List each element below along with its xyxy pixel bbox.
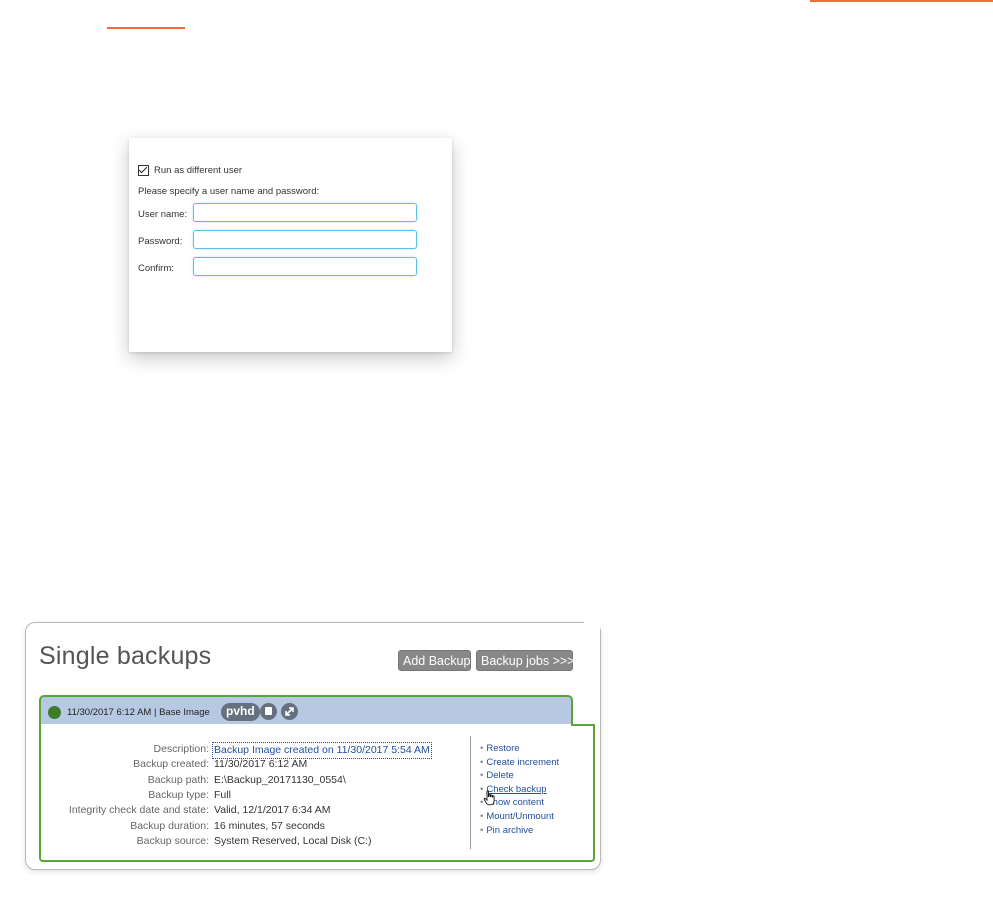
password-input[interactable] — [193, 230, 417, 249]
backup-path-label: Backup path: — [147, 773, 209, 786]
disk-icon[interactable] — [260, 703, 277, 720]
action-pin-archive-label: Pin archive — [486, 824, 534, 836]
action-restore[interactable]: • Restore — [480, 742, 559, 756]
detail-row-source: Backup source: System Reserved, Local Di… — [39, 834, 459, 849]
run-as-different-user-row[interactable]: Run as different user — [138, 165, 242, 176]
backup-source-label: Backup source: — [136, 834, 209, 847]
single-backups-title: Single backups — [39, 642, 212, 670]
action-create-increment-label: Create increment — [486, 756, 560, 768]
actions-divider — [470, 736, 471, 849]
pvhd-badge: pvhd — [221, 703, 260, 721]
action-create-increment[interactable]: • Create increment — [480, 756, 559, 770]
action-mount-unmount-label: Mount/Unmount — [486, 810, 554, 822]
backup-path-value: E:\Backup_20171130_0554\ — [214, 773, 346, 786]
action-delete[interactable]: • Delete — [480, 769, 559, 783]
action-pin-archive[interactable]: • Pin archive — [480, 824, 559, 838]
backup-duration-value: 16 minutes, 57 seconds — [214, 819, 325, 832]
panel-edge — [584, 618, 600, 632]
detail-row-integrity: Integrity check date and state: Valid, 1… — [39, 803, 459, 818]
user-name-input[interactable] — [193, 203, 417, 222]
backup-jobs-button[interactable]: Backup jobs >>> — [476, 650, 574, 671]
detail-row-path: Backup path: E:\Backup_20171130_0554\ — [39, 773, 459, 788]
backup-card-header[interactable]: 11/30/2017 6:12 AM | Base Image pvhd — [39, 695, 573, 725]
integrity-check-value: Valid, 12/1/2017 6:34 AM — [214, 804, 331, 817]
add-backup-button[interactable]: Add Backup — [398, 650, 471, 671]
action-delete-label: Delete — [486, 770, 514, 782]
accent-underline-right — [810, 0, 993, 2]
action-restore-label: Restore — [486, 743, 520, 754]
credentials-hint: Please specify a user name and password: — [138, 186, 320, 197]
confirm-password-input[interactable] — [193, 257, 417, 276]
detail-row-description: Description: Backup Image created on 11/… — [39, 742, 459, 760]
backup-duration-label: Backup duration: — [130, 819, 209, 832]
status-ok-icon — [48, 706, 61, 719]
detail-row-created: Backup created: 11/30/2017 6:12 AM — [39, 757, 459, 772]
backup-type-label: Backup type: — [148, 788, 209, 801]
run-as-user-dialog: Run as different user Please specify a u… — [129, 138, 452, 352]
confirm-label: Confirm: — [138, 263, 174, 274]
backup-card: 11/30/2017 6:12 AM | Base Image pvhd Des… — [39, 695, 595, 862]
detail-row-duration: Backup duration: 16 minutes, 57 seconds — [39, 819, 459, 834]
card-border-segment — [571, 724, 595, 726]
backup-source-value: System Reserved, Local Disk (C:) — [214, 834, 372, 847]
run-as-different-user-label: Run as different user — [154, 165, 243, 176]
accent-underline-left — [107, 27, 185, 29]
detail-row-type: Backup type: Full — [39, 788, 459, 803]
password-label: Password: — [138, 236, 183, 247]
description-label: Description: — [153, 743, 209, 755]
backup-created-label: Backup created: — [133, 758, 209, 771]
run-as-different-user-checkbox[interactable] — [138, 165, 149, 176]
user-name-label: User name: — [138, 209, 188, 220]
integrity-check-label: Integrity check date and state: — [68, 804, 209, 817]
hand-cursor-icon — [483, 790, 495, 806]
backup-card-header-text: 11/30/2017 6:12 AM | Base Image — [67, 707, 210, 718]
backup-created-value: 11/30/2017 6:12 AM — [214, 758, 308, 771]
expand-icon[interactable] — [281, 703, 298, 720]
action-mount-unmount[interactable]: • Mount/Unmount — [480, 810, 559, 824]
backup-type-value: Full — [214, 788, 231, 801]
